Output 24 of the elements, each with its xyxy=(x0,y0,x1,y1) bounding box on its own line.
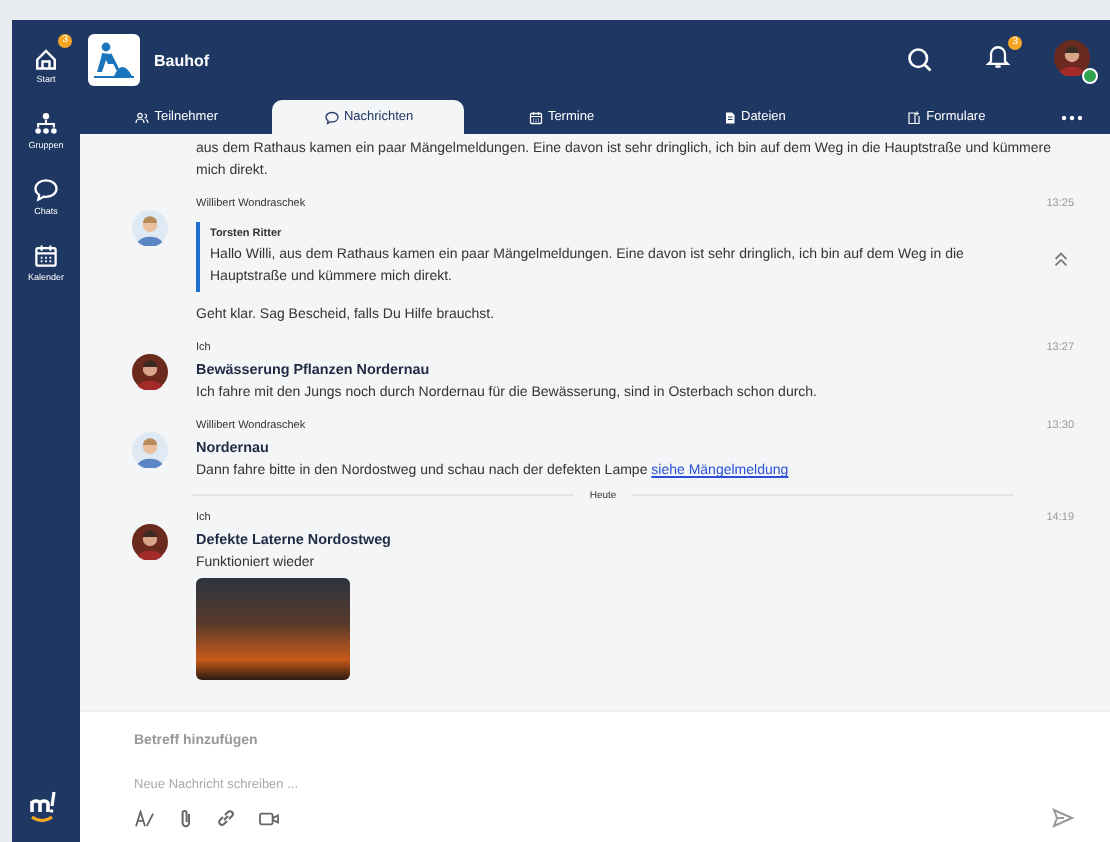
home-icon xyxy=(32,44,60,72)
send-icon[interactable] xyxy=(1052,808,1074,828)
user-avatar xyxy=(1054,40,1090,76)
avatar xyxy=(132,354,168,390)
calendar-icon xyxy=(31,242,60,270)
video-camera-icon[interactable] xyxy=(258,809,280,827)
search-icon[interactable] xyxy=(906,46,934,74)
collapse-icon[interactable] xyxy=(1052,250,1070,268)
text-format-icon[interactable] xyxy=(134,809,156,827)
calendar-icon xyxy=(527,109,544,125)
people-icon xyxy=(134,109,151,125)
chat-icon xyxy=(323,109,340,125)
link-icon[interactable] xyxy=(216,808,236,828)
group-title: Bauhof xyxy=(154,51,212,69)
form-icon xyxy=(906,109,923,125)
more-icon[interactable] xyxy=(1060,113,1085,121)
avatar xyxy=(132,210,168,246)
paperclip-icon[interactable] xyxy=(178,808,194,828)
file-icon xyxy=(721,109,737,125)
avatar xyxy=(132,524,168,560)
groups-icon xyxy=(31,110,60,138)
chat-icon xyxy=(32,176,60,204)
avatar xyxy=(132,432,168,468)
bell-icon[interactable] xyxy=(984,41,1012,69)
